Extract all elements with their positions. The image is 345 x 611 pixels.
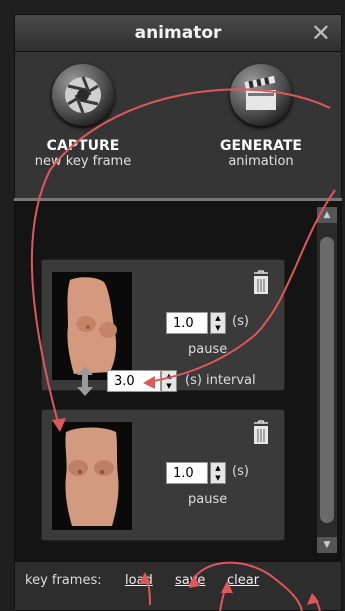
clapperboard-icon xyxy=(230,64,292,126)
interval-input[interactable]: 3.0 xyxy=(107,370,161,392)
generate-button[interactable]: GENERATE animation xyxy=(201,64,321,169)
vertical-resize-arrow-icon xyxy=(75,365,95,401)
list-scrollbar[interactable]: ▲ ▼ xyxy=(317,207,337,553)
interval-label: (s) interval xyxy=(185,373,256,388)
capture-subtitle: new key frame xyxy=(34,154,132,169)
pause-label: pause xyxy=(188,492,228,507)
pause-unit: (s) xyxy=(232,464,249,479)
frame-thumbnail[interactable] xyxy=(52,272,132,380)
pause-input[interactable]: 1.0 xyxy=(166,462,208,484)
scrollbar-thumb[interactable] xyxy=(320,237,334,523)
scroll-up-icon[interactable]: ▲ xyxy=(317,207,337,223)
pause-stepper[interactable]: ▲ ▼ xyxy=(210,312,226,334)
camera-aperture-icon xyxy=(52,64,114,126)
action-header: CAPTURE new key frame GENERATE animation xyxy=(14,52,342,198)
scroll-down-icon[interactable]: ▼ xyxy=(317,537,337,553)
clear-link[interactable]: clear xyxy=(227,573,259,588)
load-link[interactable]: load xyxy=(125,573,153,588)
capture-button[interactable]: CAPTURE new key frame xyxy=(23,64,143,169)
pause-label: pause xyxy=(188,342,228,357)
window-titlebar: animator ✕ xyxy=(14,14,342,52)
generate-subtitle: animation xyxy=(228,154,294,169)
pause-input[interactable]: 1.0 xyxy=(166,312,208,334)
close-icon[interactable]: ✕ xyxy=(311,19,331,47)
interval-row: 3.0 ▲ ▼ (s) interval xyxy=(69,366,329,396)
key-frames-label: key frames: xyxy=(25,573,102,588)
pause-unit: (s) xyxy=(232,314,249,329)
capture-title: CAPTURE xyxy=(46,138,120,154)
frame-thumbnail[interactable] xyxy=(52,422,132,530)
animator-panel: animator ✕ CAPTURE new key frame GENERAT… xyxy=(0,0,345,611)
trash-icon[interactable] xyxy=(250,420,272,446)
interval-stepper[interactable]: ▲ ▼ xyxy=(161,370,177,392)
pause-stepper[interactable]: ▲ ▼ xyxy=(210,462,226,484)
key-frame-list[interactable]: 1.0 ▲ ▼ (s) pause 3.0 ▲ ▼ (s) interval 1… xyxy=(14,201,342,561)
save-link[interactable]: save xyxy=(175,573,205,588)
trash-icon[interactable] xyxy=(250,270,272,296)
footer-bar: key frames: load save clear xyxy=(14,561,342,611)
window-title: animator xyxy=(134,23,222,43)
key-frame-card: 1.0 ▲ ▼ (s) pause xyxy=(41,409,285,541)
generate-title: GENERATE xyxy=(220,138,302,154)
